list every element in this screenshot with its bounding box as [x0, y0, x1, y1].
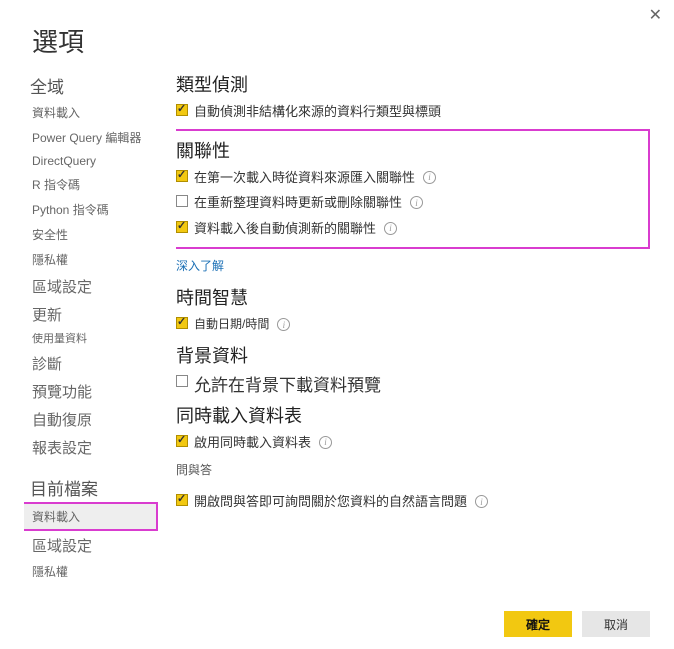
- checkbox-update-relations[interactable]: [176, 195, 188, 207]
- nav-global-diagnostics[interactable]: 診斷: [24, 349, 158, 377]
- section-qa: 問與答: [176, 461, 650, 479]
- info-icon[interactable]: i: [423, 171, 436, 184]
- nav-global-regional[interactable]: 區域設定: [24, 272, 158, 300]
- nav-current-data-load[interactable]: 資料載入: [24, 502, 158, 531]
- checkbox-enable-parallel[interactable]: [176, 435, 188, 447]
- nav-global-privacy[interactable]: 隱私權: [24, 247, 158, 272]
- checkbox-auto-detect-types[interactable]: [176, 104, 188, 116]
- nav-global-preview[interactable]: 預覽功能: [24, 377, 158, 405]
- nav-header-global: 全域: [24, 67, 158, 100]
- nav-global-python-script[interactable]: Python 指令碼: [24, 197, 158, 222]
- label-enable-qa: 開啟問與答即可詢問關於您資料的自然語言問題: [194, 492, 467, 512]
- label-allow-bg-preview: 允許在背景下載資料預覽: [194, 373, 381, 399]
- nav-global-r-script[interactable]: R 指令碼: [24, 172, 158, 197]
- section-type-detection: 類型偵測: [176, 71, 650, 97]
- checkbox-auto-detect-relations[interactable]: [176, 221, 188, 233]
- content-panel: 類型偵測 自動偵測非結構化來源的資料行類型與標頭 關聯性 在第一次載入時從資料來…: [176, 67, 674, 577]
- nav-current-privacy[interactable]: 隱私權: [24, 559, 158, 577]
- nav-current-regional[interactable]: 區域設定: [24, 531, 158, 559]
- checkbox-enable-qa[interactable]: [176, 494, 188, 506]
- cancel-button[interactable]: 取消: [582, 611, 650, 637]
- checkbox-auto-datetime[interactable]: [176, 317, 188, 329]
- checkbox-allow-bg-preview[interactable]: [176, 375, 188, 387]
- nav-global-auto-recover[interactable]: 自動復原: [24, 405, 158, 433]
- section-time-intel: 時間智慧: [176, 284, 650, 310]
- close-icon[interactable]: ✕: [649, 8, 662, 24]
- nav-global-usage-data[interactable]: 使用量資料: [24, 328, 158, 349]
- info-icon[interactable]: i: [475, 495, 488, 508]
- highlighted-relationships-section: 關聯性 在第一次載入時從資料來源匯入關聯性 i 在重新整理資料時更新或刪除關聯性…: [176, 129, 650, 250]
- info-icon[interactable]: i: [384, 222, 397, 235]
- label-auto-detect-relations: 資料載入後自動偵測新的關聯性: [194, 219, 376, 239]
- section-bg-data: 背景資料: [176, 342, 650, 368]
- nav-global-directquery[interactable]: DirectQuery: [24, 150, 158, 172]
- label-update-relations: 在重新整理資料時更新或刪除關聯性: [194, 193, 402, 213]
- label-enable-parallel: 啟用同時載入資料表: [194, 433, 311, 453]
- label-auto-datetime: 自動日期/時間: [194, 315, 269, 333]
- nav-global-pq-editor[interactable]: Power Query 編輯器: [24, 125, 158, 150]
- info-icon[interactable]: i: [319, 436, 332, 449]
- dialog-title: 選項: [0, 0, 674, 67]
- nav-global-updates[interactable]: 更新: [24, 300, 158, 328]
- nav-global-report-settings[interactable]: 報表設定: [24, 433, 158, 461]
- sidebar: 全域 資料載入 Power Query 編輯器 DirectQuery R 指令…: [24, 67, 158, 577]
- label-auto-detect-types: 自動偵測非結構化來源的資料行類型與標頭: [194, 102, 441, 122]
- info-icon[interactable]: i: [410, 196, 423, 209]
- ok-button[interactable]: 確定: [504, 611, 572, 637]
- section-parallel: 同時載入資料表: [176, 402, 650, 428]
- nav-header-current: 目前檔案: [24, 469, 158, 502]
- link-learn-more[interactable]: 深入了解: [176, 253, 224, 276]
- checkbox-import-relations[interactable]: [176, 170, 188, 182]
- label-import-relations: 在第一次載入時從資料來源匯入關聯性: [194, 168, 415, 188]
- nav-global-security[interactable]: 安全性: [24, 222, 158, 247]
- section-relationships: 關聯性: [176, 137, 642, 163]
- nav-global-data-load[interactable]: 資料載入: [24, 100, 158, 125]
- info-icon[interactable]: i: [277, 318, 290, 331]
